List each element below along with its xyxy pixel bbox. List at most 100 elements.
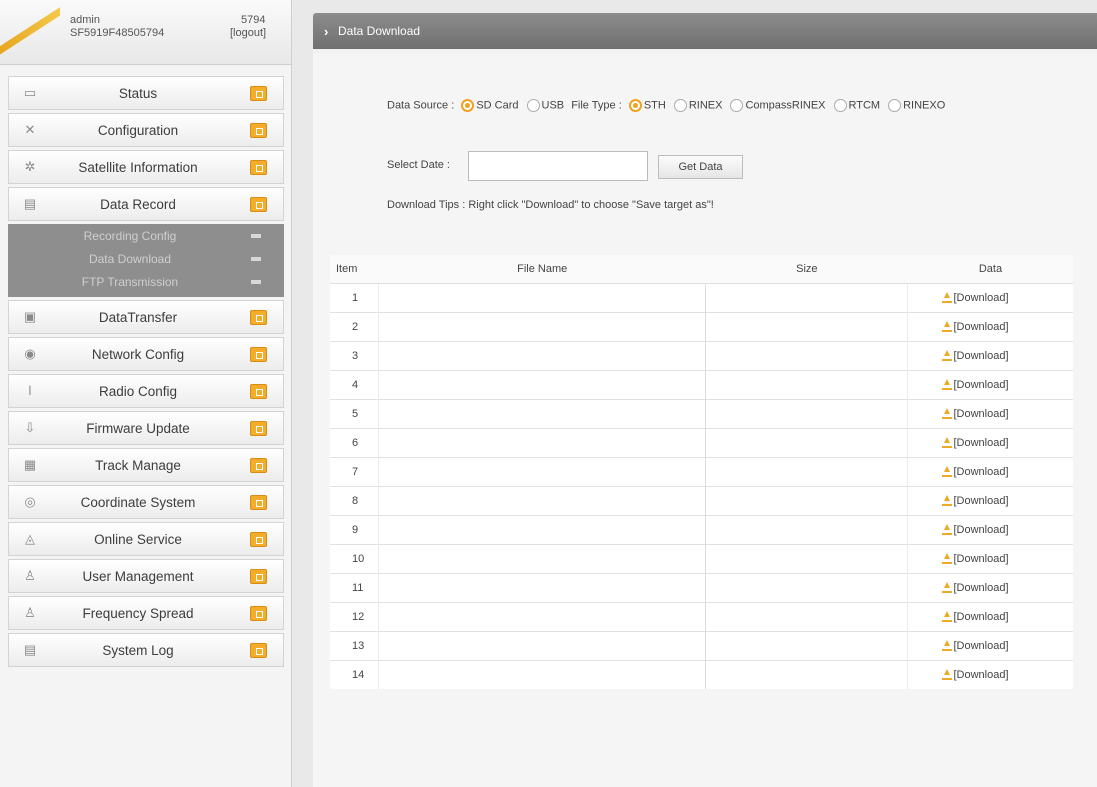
expand-icon[interactable] [250, 197, 267, 212]
download-link[interactable]: [Download] [953, 350, 1008, 362]
download-link[interactable]: [Download] [953, 495, 1008, 507]
item-cell: 13 [330, 631, 380, 661]
submenu-item-data-download[interactable]: Data Download [8, 249, 284, 271]
size-cell [705, 341, 909, 371]
expand-icon[interactable] [250, 86, 267, 101]
radio-button[interactable] [730, 99, 744, 112]
radio-button[interactable] [888, 99, 902, 112]
download-link[interactable]: [Download] [953, 466, 1008, 478]
sidebar-item-data-record[interactable]: ▤ Data Record [8, 187, 284, 221]
download-link[interactable]: [Download] [953, 640, 1008, 652]
download-link[interactable]: [Download] [953, 292, 1008, 304]
sidebar-item-label: Satellite Information [78, 160, 198, 175]
download-link[interactable]: [Download] [953, 408, 1008, 420]
download-icon[interactable] [942, 640, 953, 652]
download-link[interactable]: [Download] [953, 669, 1008, 681]
download-icon[interactable] [942, 611, 953, 623]
expand-icon[interactable] [250, 495, 267, 510]
download-icon[interactable] [942, 321, 953, 333]
sidebar-item-coordinate-system[interactable]: ◎ Coordinate System [8, 485, 284, 519]
download-link[interactable]: [Download] [953, 582, 1008, 594]
radio-button[interactable] [628, 99, 642, 112]
expand-icon[interactable] [250, 160, 267, 175]
file-type-option-rtcm[interactable]: RTCM [830, 99, 880, 112]
expand-icon[interactable] [250, 421, 267, 436]
sidebar-item-status[interactable]: ▭ Status [8, 76, 284, 110]
file-type-option-sth[interactable]: STH [625, 99, 666, 112]
expand-icon[interactable] [250, 458, 267, 473]
expand-icon[interactable] [250, 569, 267, 584]
sidebar-item-frequency-spread[interactable]: ♙ Frequency Spread [8, 596, 284, 630]
download-icon[interactable] [942, 408, 953, 420]
expand-icon[interactable] [250, 643, 267, 658]
sidebar-item-track-manage[interactable]: ▦ Track Manage [8, 448, 284, 482]
download-link[interactable]: [Download] [953, 611, 1008, 623]
download-icon[interactable] [942, 524, 953, 536]
submenu-item-recording-config[interactable]: Recording Config [8, 226, 284, 248]
item-cell: 11 [330, 573, 380, 603]
file-name-cell [378, 486, 707, 516]
get-data-button[interactable]: Get Data [658, 155, 743, 179]
date-input[interactable] [468, 151, 648, 181]
download-icon[interactable] [942, 292, 953, 304]
file-type-label: File Type : [571, 99, 622, 112]
column-header-item: Item [330, 255, 379, 284]
file-type-option-compassrinex[interactable]: CompassRINEX [726, 99, 826, 112]
download-cell: [Download] [907, 631, 1073, 661]
download-link[interactable]: [Download] [953, 437, 1008, 449]
download-icon[interactable] [942, 495, 953, 507]
table-row: 8 [Download] [330, 486, 1073, 516]
table-header-row: Item File Name Size Data [330, 255, 1073, 284]
download-icon[interactable] [942, 437, 953, 449]
download-cell: [Download] [907, 515, 1073, 545]
table-row: 13 [Download] [330, 631, 1073, 661]
sidebar-item-configuration[interactable]: ✕ Configuration [8, 113, 284, 147]
data-source-option-usb[interactable]: USB [523, 99, 564, 112]
sidebar-item-user-management[interactable]: ♙ User Management [8, 559, 284, 593]
sidebar-item-satellite-information[interactable]: ✲ Satellite Information [8, 150, 284, 184]
submenu-marker-icon [251, 257, 261, 261]
radio-button[interactable] [673, 99, 687, 112]
size-cell [705, 631, 909, 661]
data-source-options: SD Card USB [457, 99, 568, 112]
sidebar-item-label: Radio Config [98, 384, 178, 399]
submenu-item-ftp-transmission[interactable]: FTP Transmission [8, 272, 284, 294]
file-name-cell [378, 399, 707, 429]
download-link[interactable]: [Download] [953, 321, 1008, 333]
sidebar-item-online-service[interactable]: ◬ Online Service [8, 522, 284, 556]
expand-icon[interactable] [250, 606, 267, 621]
sidebar-item-system-log[interactable]: ▤ System Log [8, 633, 284, 667]
logout-link[interactable]: [logout] [230, 27, 266, 39]
record-icon: ▤ [23, 196, 37, 211]
expand-icon[interactable] [250, 532, 267, 547]
expand-icon[interactable] [250, 123, 267, 138]
data-source-option-sd-card[interactable]: SD Card [457, 99, 519, 112]
submenu-item-label: FTP Transmission [81, 275, 179, 289]
download-cell: [Download] [907, 602, 1073, 632]
expand-icon[interactable] [250, 347, 267, 362]
radio-button[interactable] [526, 99, 540, 112]
sidebar-item-network-config[interactable]: ◉ Network Config [8, 337, 284, 371]
download-cell: [Download] [907, 283, 1073, 313]
file-type-option-rinexo[interactable]: RINEXO [884, 99, 945, 112]
file-type-option-rinex[interactable]: RINEX [670, 99, 722, 112]
download-cell: [Download] [907, 660, 1073, 689]
download-icon[interactable] [942, 379, 953, 391]
radio-button[interactable] [461, 99, 475, 112]
radio-button[interactable] [833, 99, 847, 112]
download-icon[interactable] [942, 582, 953, 594]
download-link[interactable]: [Download] [953, 553, 1008, 565]
download-link[interactable]: [Download] [953, 379, 1008, 391]
expand-icon[interactable] [250, 310, 267, 325]
sidebar-item-radio-config[interactable]: ǀ Radio Config [8, 374, 284, 408]
download-icon[interactable] [942, 466, 953, 478]
download-icon[interactable] [942, 350, 953, 362]
download-icon[interactable] [942, 553, 953, 565]
sidebar-item-label: Frequency Spread [82, 606, 194, 621]
sidebar-item-firmware-update[interactable]: ⇩ Firmware Update [8, 411, 284, 445]
download-icon[interactable] [942, 669, 953, 681]
device-serial: SF5919F48505794 [70, 27, 165, 39]
download-link[interactable]: [Download] [953, 524, 1008, 536]
expand-icon[interactable] [250, 384, 267, 399]
sidebar-item-datatransfer[interactable]: ▣ DataTransfer [8, 300, 284, 334]
